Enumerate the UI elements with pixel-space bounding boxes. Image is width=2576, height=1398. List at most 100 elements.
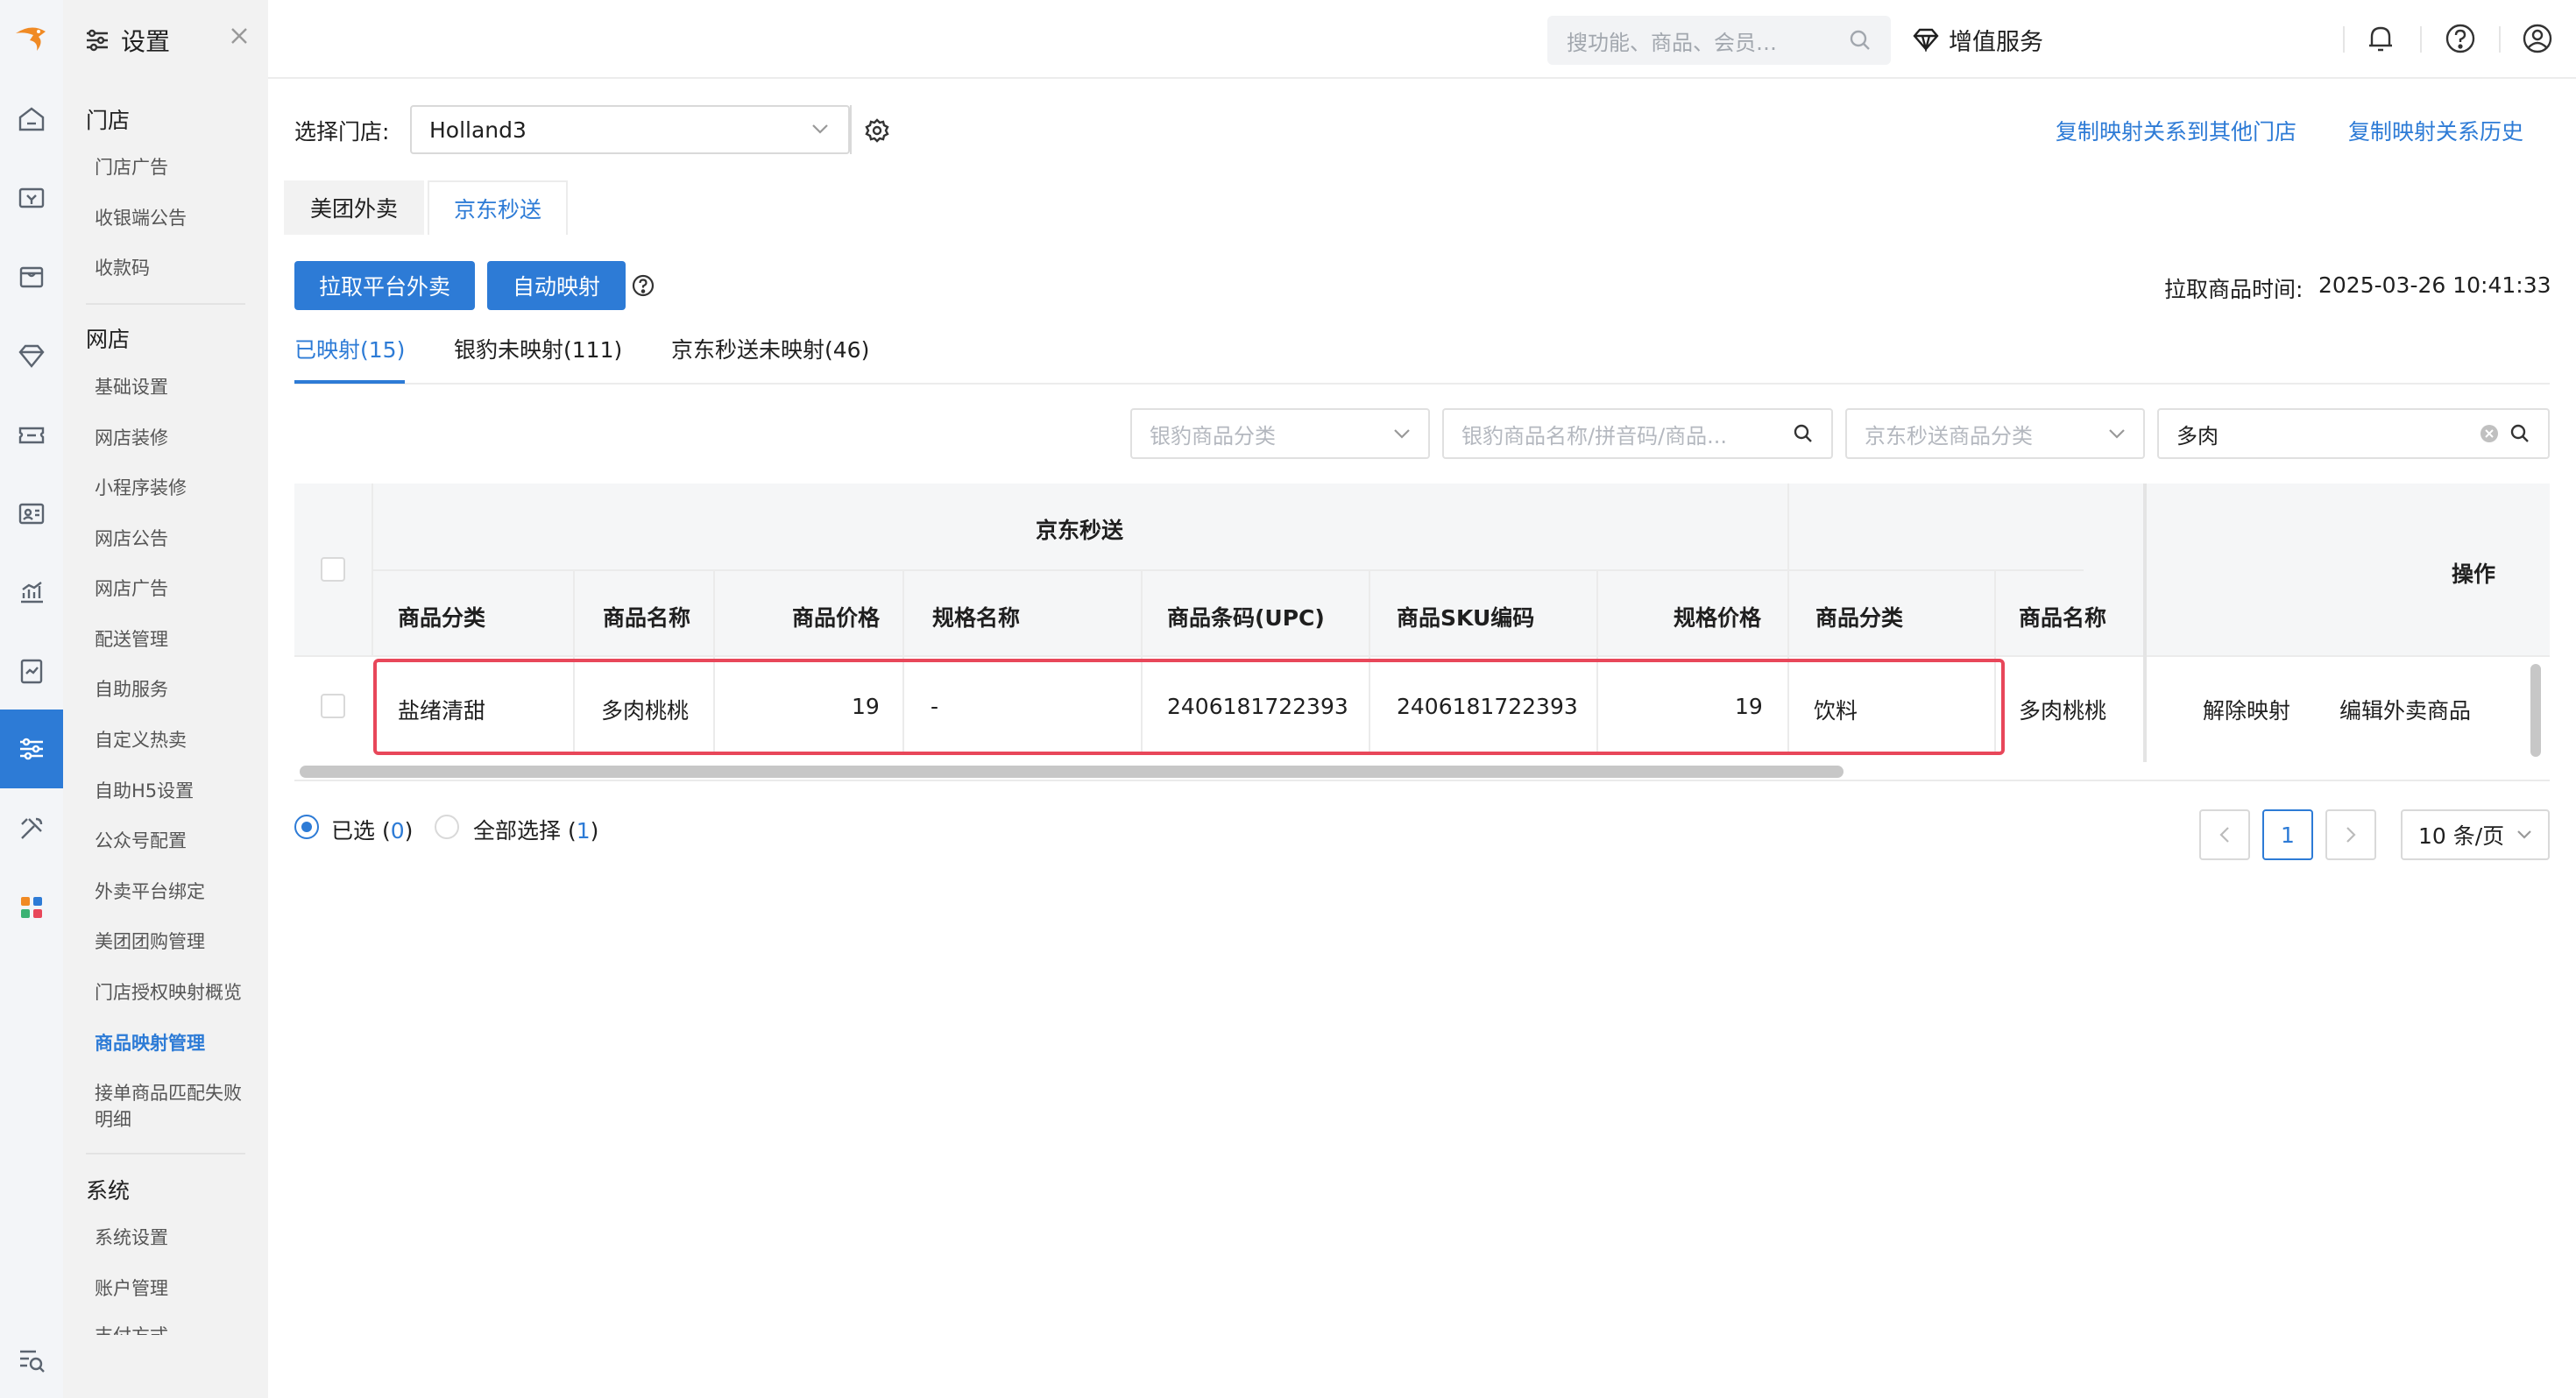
sidebar-item[interactable]: 公众号配置 bbox=[95, 828, 187, 854]
topbar-divider bbox=[2343, 26, 2345, 53]
prev-page-button[interactable] bbox=[2199, 809, 2250, 860]
topbar-divider bbox=[2499, 26, 2501, 53]
user-avatar-icon[interactable] bbox=[2522, 23, 2553, 54]
column-header: 规格名称 bbox=[932, 605, 1021, 631]
close-icon[interactable] bbox=[230, 26, 249, 46]
page-size-value: 10 条/页 bbox=[2418, 823, 2505, 849]
bell-icon[interactable] bbox=[2366, 23, 2396, 54]
sidebar-item[interactable]: 门店授权映射概览 bbox=[95, 979, 242, 1006]
sidebar-item[interactable]: 账户管理 bbox=[95, 1275, 168, 1302]
sidebar-item-product-mapping[interactable]: 商品映射管理 bbox=[95, 1030, 205, 1056]
help-icon[interactable] bbox=[2445, 23, 2476, 54]
row-checkbox[interactable] bbox=[321, 694, 345, 718]
action-column-header: 操作 bbox=[2452, 561, 2496, 587]
value-added-service-button[interactable]: 增值服务 bbox=[1912, 18, 2043, 61]
auto-map-button[interactable]: 自动映射 bbox=[487, 261, 626, 310]
unmap-link[interactable]: 解除映射 bbox=[2203, 694, 2290, 725]
sidebar-item[interactable]: 门店广告 bbox=[95, 154, 168, 180]
tab-yinbao-unmapped[interactable]: 银豹未映射(111) bbox=[454, 333, 622, 364]
sidebar-item[interactable]: 收款码 bbox=[95, 255, 150, 281]
yinbao-product-search-placeholder: 银豹商品名称/拼音码/商品... bbox=[1461, 423, 1728, 448]
sidebar-item[interactable]: 自助H5设置 bbox=[95, 778, 194, 804]
help-icon[interactable] bbox=[631, 273, 655, 298]
home-icon[interactable] bbox=[0, 88, 63, 151]
pull-platform-takeout-button[interactable]: 拉取平台外卖 bbox=[294, 261, 475, 310]
sidebar-item[interactable]: 系统设置 bbox=[95, 1225, 168, 1251]
report-icon[interactable] bbox=[0, 639, 63, 703]
column-header: 商品名称 bbox=[2019, 605, 2107, 631]
diamond-icon[interactable] bbox=[0, 324, 63, 387]
search-icon[interactable] bbox=[2509, 423, 2530, 444]
yinbao-category-placeholder: 银豹商品分类 bbox=[1150, 423, 1276, 448]
logo-icon[interactable] bbox=[0, 7, 63, 70]
edit-takeout-product-link[interactable]: 编辑外卖商品 bbox=[2339, 694, 2471, 725]
search-icon bbox=[1849, 29, 1872, 52]
sidebar-item[interactable]: 自定义热卖 bbox=[95, 727, 187, 753]
settings-sidebar: 设置 门店 门店广告 收银端公告 收款码 网店 基础设置 网店装修 小程序装修 … bbox=[63, 0, 268, 1398]
table-bottom-border bbox=[294, 780, 2550, 781]
select-all-radio[interactable] bbox=[435, 815, 459, 839]
col-divider bbox=[1141, 569, 1143, 657]
sidebar-item[interactable]: 网店广告 bbox=[95, 575, 168, 602]
copy-mapping-to-other-stores-link[interactable]: 复制映射关系到其他门店 bbox=[2056, 115, 2296, 146]
sidebar-item[interactable]: 接单商品匹配失败明细 bbox=[95, 1080, 252, 1133]
sidebar-section-online-store: 网店 bbox=[86, 327, 131, 352]
horizontal-scrollbar[interactable] bbox=[300, 766, 1844, 778]
copy-mapping-history-link[interactable]: 复制映射关系历史 bbox=[2348, 115, 2523, 146]
sidebar-item[interactable]: 配送管理 bbox=[95, 626, 168, 653]
member-card-icon[interactable] bbox=[0, 482, 63, 545]
cashier-icon[interactable] bbox=[0, 166, 63, 229]
gear-icon[interactable] bbox=[864, 117, 890, 144]
jd-product-search-value: 多肉 bbox=[2176, 423, 2219, 448]
sidebar-item[interactable]: 小程序装修 bbox=[95, 475, 187, 501]
sidebar-item[interactable]: 基础设置 bbox=[95, 374, 168, 400]
tab-meituan[interactable]: 美团外卖 bbox=[284, 180, 424, 235]
col-divider bbox=[1994, 569, 1996, 657]
chart-icon[interactable] bbox=[0, 561, 63, 624]
tab-mapped[interactable]: 已映射(15) bbox=[294, 333, 405, 364]
jd-product-search-input[interactable]: 多肉 bbox=[2157, 408, 2550, 459]
apps-icon[interactable] bbox=[0, 876, 63, 939]
sidebar-item[interactable]: 网店公告 bbox=[95, 526, 168, 552]
column-header: 商品SKU编码 bbox=[1397, 605, 1535, 631]
sidebar-item[interactable]: 支付方式 bbox=[95, 1323, 168, 1335]
selected-close-paren: ) bbox=[404, 818, 414, 844]
sidebar-item[interactable]: 收银端公告 bbox=[95, 205, 187, 231]
shop-icon[interactable] bbox=[0, 245, 63, 308]
col-divider bbox=[1596, 569, 1598, 657]
tools-icon[interactable] bbox=[0, 797, 63, 860]
tab-jd-unmapped[interactable]: 京东秒送未映射(46) bbox=[671, 333, 869, 364]
menu-search-icon[interactable] bbox=[0, 1328, 63, 1391]
col-divider bbox=[573, 569, 575, 657]
page-size-select[interactable]: 10 条/页 bbox=[2401, 809, 2550, 860]
topbar bbox=[268, 0, 2576, 79]
selected-count-label: 已选 (0) bbox=[331, 814, 413, 845]
next-page-button[interactable] bbox=[2325, 809, 2376, 860]
global-search-input[interactable]: 搜功能、商品、会员… bbox=[1547, 16, 1891, 65]
select-all-checkbox[interactable] bbox=[321, 557, 345, 582]
sidebar-item[interactable]: 外卖平台绑定 bbox=[95, 879, 205, 905]
vertical-scrollbar[interactable] bbox=[2530, 664, 2541, 757]
column-header: 商品分类 bbox=[398, 605, 486, 631]
header-divider bbox=[373, 569, 2084, 571]
clear-icon[interactable] bbox=[2480, 424, 2499, 443]
sidebar-item[interactable]: 网店装修 bbox=[95, 425, 168, 451]
search-icon[interactable] bbox=[1793, 423, 1814, 444]
settings-sliders-icon[interactable] bbox=[0, 710, 63, 788]
sidebar-section-system: 系统 bbox=[86, 1178, 131, 1204]
store-select[interactable]: Holland3 bbox=[410, 105, 889, 154]
sidebar-divider bbox=[86, 1153, 245, 1154]
yinbao-category-select[interactable]: 银豹商品分类 bbox=[1130, 408, 1430, 459]
tab-jd-miaosong[interactable]: 京东秒送 bbox=[428, 180, 568, 235]
ticket-icon[interactable] bbox=[0, 403, 63, 466]
jd-category-select[interactable]: 京东秒送商品分类 bbox=[1845, 408, 2145, 459]
sidebar-item[interactable]: 自助服务 bbox=[95, 676, 168, 703]
value-added-service-label: 增值服务 bbox=[1949, 28, 2043, 56]
yinbao-product-search-input[interactable]: 银豹商品名称/拼音码/商品... bbox=[1442, 408, 1833, 459]
topbar-divider bbox=[2420, 26, 2422, 53]
page-button[interactable]: 1 bbox=[2262, 809, 2313, 860]
selected-radio[interactable] bbox=[294, 815, 319, 839]
sidebar-item[interactable]: 美团团购管理 bbox=[95, 928, 205, 955]
chevron-down-icon bbox=[811, 123, 829, 135]
col-divider bbox=[902, 569, 904, 657]
